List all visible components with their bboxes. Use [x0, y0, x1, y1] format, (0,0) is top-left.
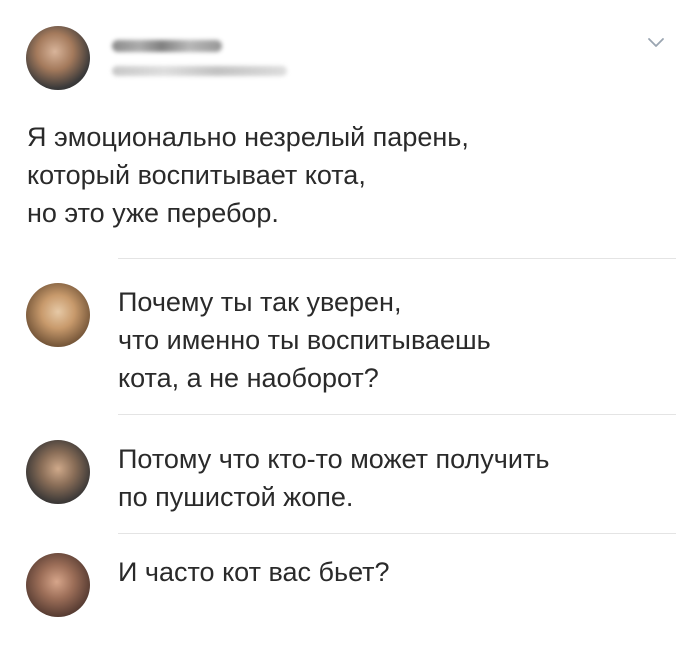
author-name-blurred[interactable] — [112, 40, 222, 52]
reply-text: И часто кот вас бьет? — [118, 557, 390, 587]
chevron-down-icon[interactable] — [646, 32, 666, 52]
divider — [118, 258, 676, 259]
reply-text: Потому что кто-то может получить по пуши… — [118, 444, 550, 512]
divider — [118, 414, 676, 415]
author-handle-blurred — [112, 66, 287, 76]
author-avatar[interactable] — [26, 26, 90, 90]
post-card: Я эмоционально незрелый парень, который … — [0, 0, 700, 652]
reply-avatar[interactable] — [26, 553, 90, 617]
reply-avatar[interactable] — [26, 440, 90, 504]
reply-avatar[interactable] — [26, 283, 90, 347]
post-text: Я эмоционально незрелый парень, который … — [27, 122, 469, 228]
post-header — [26, 26, 676, 90]
divider — [118, 533, 676, 534]
reply-text: Почему ты так уверен, что именно ты восп… — [118, 287, 491, 393]
